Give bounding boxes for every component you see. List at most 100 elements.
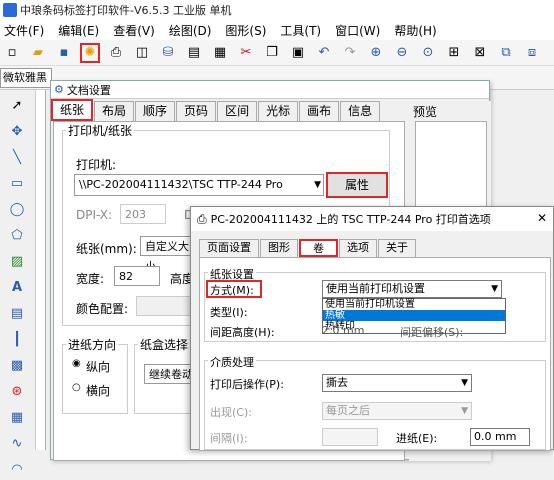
document-settings-icon[interactable]: ✺ [80, 42, 100, 63]
interval-field[interactable] [322, 428, 378, 446]
fit-width-icon[interactable]: ⊠ [470, 43, 490, 63]
occur-select[interactable]: 每页之后 ▼ [322, 402, 472, 420]
tab-options[interactable]: 选项 [339, 239, 377, 257]
data-icon[interactable]: ▤ [184, 43, 204, 63]
new-icon[interactable]: ▫ [2, 43, 22, 63]
menu-draw[interactable]: 绘图(D) [169, 22, 212, 39]
landscape-label: 横向 [86, 384, 111, 398]
zoom-out-icon[interactable]: ⊖ [392, 43, 412, 63]
menu-help[interactable]: 帮助(H) [394, 22, 436, 39]
feed-field[interactable]: 0.0 mm [470, 428, 530, 446]
close-icon[interactable]: ✕ [537, 211, 547, 225]
printer-preferences-dialog: ⎙ PC-202004111432 上的 TSC TTP-244 Pro 打印首… [190, 206, 554, 451]
type-label: 类型(I): [210, 306, 248, 319]
zoom-fit-icon[interactable]: ⊙ [418, 43, 438, 63]
tab-range[interactable]: 区间 [217, 101, 258, 121]
tab-roll[interactable]: 卷 [299, 239, 338, 257]
zoom-in-icon[interactable]: ⊕ [366, 43, 386, 63]
printer-paper-group-label: 打印机/纸张 [66, 122, 135, 139]
gap-height-value: 2.0 mm [322, 324, 365, 337]
roll-panel: 纸张设置 方式(M): 使用当前打印机设置 ▼ 使用当前打印机设置 热敏 热转印… [199, 257, 551, 451]
dialog-caption: ⚙ 文档设置 [51, 81, 489, 99]
dpi-x-field[interactable]: 203 [120, 204, 166, 224]
barcode-icon[interactable]: ┃ [6, 328, 28, 350]
properties-button-label: 属性 [344, 178, 369, 192]
app-title-bar: 中琅条码标签打印软件-V6.5.3 工业版 单机 [0, 0, 554, 20]
dpi-x-value: 203 [125, 208, 146, 221]
method-value: 使用当前打印机设置 [326, 282, 425, 295]
qrcode-icon[interactable]: ▩ [6, 354, 28, 376]
method-option[interactable]: 使用当前打印机设置 [323, 299, 505, 310]
pan-icon[interactable]: ✥ [6, 120, 28, 142]
table-icon[interactable]: ▦ [6, 406, 28, 428]
image-icon[interactable]: ▨ [6, 250, 28, 272]
print-icon[interactable]: ⎙ [106, 43, 126, 63]
menu-file[interactable]: 文件(F) [4, 22, 44, 39]
arc-icon[interactable]: ◠ [6, 458, 28, 480]
menu-view[interactable]: 查看(V) [113, 22, 155, 39]
grid-icon[interactable]: ▦ [210, 43, 230, 63]
save-icon[interactable]: ▪ [54, 43, 74, 63]
curve-icon[interactable]: ∿ [6, 432, 28, 454]
align-icon[interactable]: ⧉ [496, 43, 516, 63]
method-label: 方式(M): [210, 284, 254, 297]
interval-label: 间隔(I): [210, 432, 248, 445]
tab-about[interactable]: 关于 [378, 239, 416, 257]
radio-landscape[interactable]: ○ [72, 382, 81, 393]
vertical-ruler [36, 90, 46, 450]
color-config-field[interactable] [136, 296, 192, 316]
tab-cursor[interactable]: 光标 [258, 101, 299, 121]
rectangle-icon[interactable]: ▭ [6, 172, 28, 194]
app-title: 中琅条码标签打印软件-V6.5.3 工业版 单机 [20, 4, 232, 17]
tray-select[interactable]: 继续卷动 [144, 364, 196, 384]
settings-icon: ⚙ [54, 83, 64, 96]
tab-paper[interactable]: 纸张 [51, 99, 94, 121]
tab-layout[interactable]: 布局 [94, 101, 135, 121]
print-preview-icon[interactable]: ◫ [132, 43, 152, 63]
seal-icon[interactable]: ⊛ [6, 380, 28, 402]
menu-edit[interactable]: 编辑(E) [58, 22, 99, 39]
gap-offset-label: 间距偏移(S): [400, 326, 464, 339]
prefs-tabs: 页面设置 图形 卷 选项 关于 [199, 239, 417, 257]
open-icon[interactable]: ▰ [28, 43, 48, 63]
printer-select[interactable]: \\PC-202004111432\TSC TTP-244 Pro ▼ [74, 174, 324, 196]
font-name-select[interactable]: 微软雅黑 [0, 68, 52, 88]
settings-tabs: 纸张 布局 顺序 页码 区间 光标 画布 信息 [51, 99, 381, 121]
cut-icon[interactable]: ✂ [236, 43, 256, 63]
media-handling-label: 介质处理 [208, 354, 256, 370]
tab-info[interactable]: 信息 [340, 101, 381, 121]
line-icon[interactable]: ╲ [6, 146, 28, 168]
menu-tools[interactable]: 工具(T) [280, 22, 321, 39]
polygon-icon[interactable]: ⬠ [6, 224, 28, 246]
paragraph-icon[interactable]: ▤ [6, 302, 28, 324]
width-field[interactable]: 82 [114, 266, 160, 286]
paper-size-label: 纸张(mm): [76, 242, 137, 256]
tab-canvas[interactable]: 画布 [299, 101, 340, 121]
redo-icon[interactable]: ↷ [340, 43, 360, 63]
undo-icon[interactable]: ↶ [314, 43, 334, 63]
tab-page-setup[interactable]: 页面设置 [199, 239, 259, 257]
prefs-caption: ⎙ PC-202004111432 上的 TSC TTP-244 Pro 打印首… [191, 207, 553, 231]
menu-window[interactable]: 窗口(W) [335, 22, 380, 39]
fit-page-icon[interactable]: ⊞ [444, 43, 464, 63]
paste-icon[interactable]: ▣ [288, 43, 308, 63]
post-print-select[interactable]: 撕去 ▼ [322, 374, 472, 392]
menu-shape[interactable]: 图形(S) [225, 22, 266, 39]
copy-icon[interactable]: ❐ [262, 43, 282, 63]
tray-value: 继续卷动 [149, 368, 193, 381]
radio-portrait[interactable]: ◉ [72, 358, 81, 369]
tab-page-number[interactable]: 页码 [176, 101, 217, 121]
feed-direction-label: 进纸方向 [66, 336, 119, 353]
text-icon[interactable]: A [6, 276, 28, 298]
database-icon[interactable]: ⛁ [158, 43, 178, 63]
width-value: 82 [119, 270, 133, 283]
tab-graphics[interactable]: 图形 [260, 239, 298, 257]
tab-order[interactable]: 顺序 [135, 101, 176, 121]
pointer-icon[interactable]: ➚ [6, 94, 28, 116]
group-icon[interactable]: ⧈ [522, 43, 542, 63]
ellipse-icon[interactable]: ◯ [6, 198, 28, 220]
properties-button[interactable]: 属性 [326, 172, 388, 198]
method-select[interactable]: 使用当前打印机设置 ▼ [322, 280, 502, 298]
method-option-thermal[interactable]: 热敏 [323, 310, 505, 321]
chevron-down-icon: ▼ [461, 406, 468, 416]
